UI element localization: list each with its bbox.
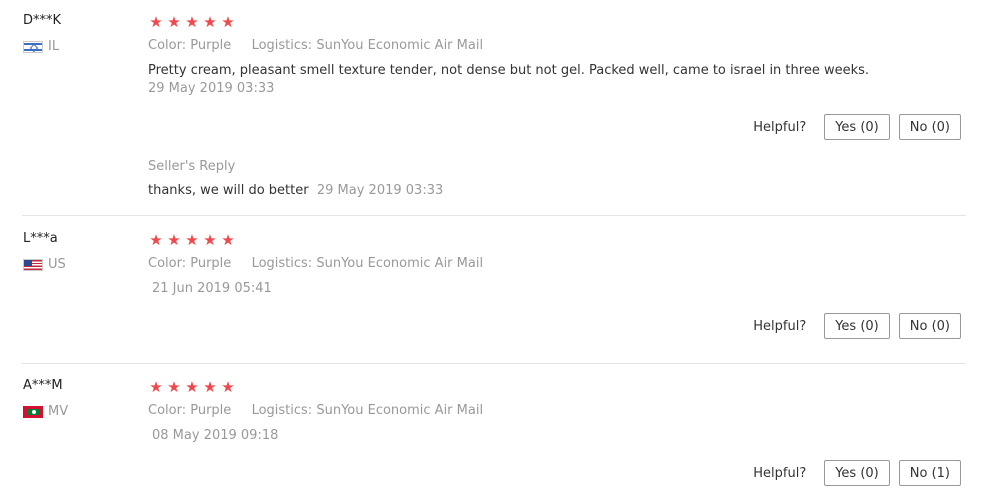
star-icon: ★ [149,378,163,396]
star-icon: ★ [167,378,181,396]
color-value: Purple [190,38,232,53]
review-text-block: Pretty cream, pleasant smell texture ten… [148,62,878,98]
star-icon: ★ [221,378,235,396]
color-value: Purple [190,256,232,271]
reviewer-country: US [23,257,66,272]
star-rating: ★ ★ ★ ★ ★ [148,232,236,248]
review-date: 29 May 2019 03:33 [148,81,275,96]
color-label: Color: [148,38,187,53]
star-icon: ★ [167,231,181,249]
star-icon: ★ [221,231,235,249]
helpful-vote: Helpful? Yes (0) No (1) [753,460,961,486]
helpful-yes-button[interactable]: Yes (0) [824,313,890,339]
helpful-vote: Helpful? Yes (0) No (0) [753,313,961,339]
star-rating: ★ ★ ★ ★ ★ [148,14,236,30]
star-icon: ★ [149,231,163,249]
star-icon: ★ [221,13,235,31]
star-icon: ★ [149,13,163,31]
reviewer-country: MV [23,404,68,419]
reviewer-name: D***K [23,13,62,28]
seller-reply: thanks, we will do better 29 May 2019 03… [148,183,443,198]
star-icon: ★ [185,378,199,396]
review-text-block: 21 Jun 2019 05:41 [152,280,882,298]
logistics-label: Logistics: [251,38,313,53]
reviewer-country: IL [23,39,59,54]
review-date: 21 Jun 2019 05:41 [152,281,272,296]
helpful-label: Helpful? [753,119,807,135]
review-text-block: 08 May 2019 09:18 [152,427,882,445]
review-date: 08 May 2019 09:18 [152,428,279,443]
country-code: MV [48,404,69,419]
reviewer-name: A***M [23,378,63,393]
review-text: Pretty cream, pleasant smell texture ten… [148,63,870,78]
helpful-no-button[interactable]: No (0) [898,114,961,140]
seller-reply-title: Seller's Reply [148,159,236,174]
logistics-value: SunYou Economic Air Mail [316,38,484,53]
logistics-value: SunYou Economic Air Mail [316,403,484,418]
logistics-value: SunYou Economic Air Mail [316,256,484,271]
helpful-no-button[interactable]: No (1) [898,460,961,486]
seller-reply-date: 29 May 2019 03:33 [316,183,444,198]
order-info: Color: Purple Logistics: SunYou Economic… [148,403,483,418]
color-label: Color: [148,403,187,418]
star-icon: ★ [203,378,217,396]
helpful-vote: Helpful? Yes (0) No (0) [753,114,961,140]
maldives-flag-icon [23,405,43,418]
logistics-label: Logistics: [251,403,313,418]
star-icon: ★ [203,13,217,31]
order-info: Color: Purple Logistics: SunYou Economic… [148,38,483,53]
order-info: Color: Purple Logistics: SunYou Economic… [148,256,483,271]
israel-flag-icon [23,40,43,53]
helpful-label: Helpful? [753,318,807,334]
star-rating: ★ ★ ★ ★ ★ [148,379,236,395]
helpful-label: Helpful? [753,465,807,481]
star-icon: ★ [203,231,217,249]
color-label: Color: [148,256,187,271]
star-icon: ★ [185,231,199,249]
logistics-label: Logistics: [251,256,313,271]
color-value: Purple [190,403,232,418]
country-code: IL [48,39,60,54]
us-flag-icon [23,258,43,271]
star-icon: ★ [185,13,199,31]
helpful-yes-button[interactable]: Yes (0) [824,114,890,140]
helpful-yes-button[interactable]: Yes (0) [824,460,890,486]
reviewer-name: L***a [23,231,58,246]
star-icon: ★ [167,13,181,31]
review-divider [22,215,966,216]
seller-reply-text: thanks, we will do better [148,183,309,198]
helpful-no-button[interactable]: No (0) [898,313,961,339]
country-code: US [48,257,66,272]
review-divider [22,363,966,364]
